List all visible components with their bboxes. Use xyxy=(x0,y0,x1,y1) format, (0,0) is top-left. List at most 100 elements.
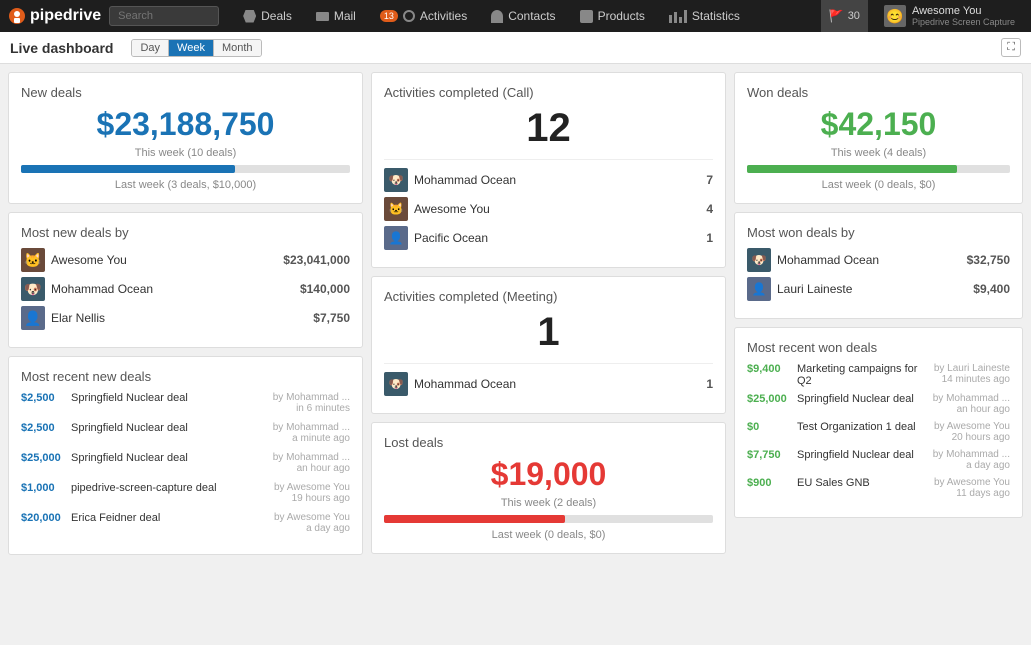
nav-activities[interactable]: 13 Activities xyxy=(368,0,479,32)
nav-contacts-label: Contacts xyxy=(508,9,555,23)
avatar: 🐶 xyxy=(21,277,45,301)
list-item: 🐶 Mohammad Ocean 1 xyxy=(384,372,713,396)
list-item: 🐱 Awesome You 4 xyxy=(384,197,713,221)
nav-flag[interactable]: 🚩 30 xyxy=(821,0,868,32)
deal-name: Springfield Nuclear deal xyxy=(71,452,268,464)
list-item: $20,000 Erica Feidner deal by Awesome Yo… xyxy=(21,512,350,534)
deal-name: Erica Feidner deal xyxy=(71,512,269,524)
deal-amount: $2,500 xyxy=(21,392,66,404)
person-value: $9,400 xyxy=(973,282,1010,296)
nav-products[interactable]: Products xyxy=(568,0,657,32)
person-name: Awesome You xyxy=(51,253,277,267)
won-meta: by Lauri Laineste 14 minutes ago xyxy=(934,363,1010,385)
won-amount: $900 xyxy=(747,477,792,489)
person-name: Elar Nellis xyxy=(51,311,307,325)
avatar: 👤 xyxy=(747,277,771,301)
deal-meta: by Mohammad ... in 6 minutes xyxy=(273,392,350,414)
list-item: 🐶 Mohammad Ocean $140,000 xyxy=(21,277,350,301)
nav-deals[interactable]: Deals xyxy=(231,0,304,32)
won-name: Test Organization 1 deal xyxy=(797,421,929,433)
person-name: Pacific Ocean xyxy=(414,231,700,245)
left-column: New deals $23,188,750 This week (10 deal… xyxy=(8,72,363,555)
logo[interactable]: pipedrive xyxy=(8,7,101,25)
nav-contacts[interactable]: Contacts xyxy=(479,0,567,32)
list-item: $2,500 Springfield Nuclear deal by Moham… xyxy=(21,422,350,444)
expand-button[interactable]: ⛶ xyxy=(1001,38,1021,57)
person-value: 4 xyxy=(706,202,713,216)
list-item: $7,750 Springfield Nuclear deal by Moham… xyxy=(747,449,1010,471)
day-button[interactable]: Day xyxy=(132,40,169,56)
list-item: $0 Test Organization 1 deal by Awesome Y… xyxy=(747,421,1010,443)
person-value: 1 xyxy=(706,377,713,391)
won-deals-title: Won deals xyxy=(747,85,1010,100)
nav-user[interactable]: 😊 Awesome You Pipedrive Screen Capture xyxy=(876,5,1023,27)
mail-icon xyxy=(316,12,329,21)
recent-new-deals-list: $2,500 Springfield Nuclear deal by Moham… xyxy=(21,392,350,534)
list-item: $25,000 Springfield Nuclear deal by Moha… xyxy=(21,452,350,474)
nav-mail[interactable]: Mail xyxy=(304,0,368,32)
person-name: Mohammad Ocean xyxy=(414,173,700,187)
deal-name: Springfield Nuclear deal xyxy=(71,392,268,404)
won-meta: by Mohammad ... a day ago xyxy=(933,449,1010,471)
person-value: $140,000 xyxy=(300,282,350,296)
main-content: New deals $23,188,750 This week (10 deal… xyxy=(0,64,1031,563)
search-input[interactable] xyxy=(109,6,219,26)
activities-call-value: 12 xyxy=(384,106,713,151)
user-sub: Pipedrive Screen Capture xyxy=(912,17,1015,27)
month-button[interactable]: Month xyxy=(214,40,261,56)
activities-icon xyxy=(403,10,415,22)
won-name: Marketing campaigns for Q2 xyxy=(797,363,929,387)
lost-deals-card: Lost deals $19,000 This week (2 deals) L… xyxy=(371,422,726,554)
week-button[interactable]: Week xyxy=(169,40,214,56)
avatar: 🐶 xyxy=(747,248,771,272)
lost-deals-title: Lost deals xyxy=(384,435,713,450)
list-item: 🐶 Mohammad Ocean 7 xyxy=(384,168,713,192)
new-deals-value: $23,188,750 xyxy=(21,106,350,143)
nav-items: Deals Mail 13 Activities Contacts Produc… xyxy=(231,0,821,32)
activities-meeting-title: Activities completed (Meeting) xyxy=(384,289,713,304)
list-item: 👤 Elar Nellis $7,750 xyxy=(21,306,350,330)
new-deals-title: New deals xyxy=(21,85,350,100)
person-name: Awesome You xyxy=(414,202,700,216)
deals-icon xyxy=(243,10,256,23)
won-deals-week: This week (4 deals) xyxy=(747,147,1010,159)
deal-meta: by Mohammad ... an hour ago xyxy=(273,452,350,474)
recent-won-deals-title: Most recent won deals xyxy=(747,340,1010,355)
nav-statistics-label: Statistics xyxy=(692,9,740,23)
list-item: $2,500 Springfield Nuclear deal by Moham… xyxy=(21,392,350,414)
person-value: 7 xyxy=(706,173,713,187)
list-item: $25,000 Springfield Nuclear deal by Moha… xyxy=(747,393,1010,415)
avatar: 👤 xyxy=(384,226,408,250)
mid-column: Activities completed (Call) 12 🐶 Mohamma… xyxy=(371,72,726,555)
deal-meta: by Awesome You a day ago xyxy=(274,512,350,534)
new-deals-card: New deals $23,188,750 This week (10 deal… xyxy=(8,72,363,204)
recent-new-deals-title: Most recent new deals xyxy=(21,369,350,384)
person-name: Mohammad Ocean xyxy=(414,377,700,391)
recent-won-deals-list: $9,400 Marketing campaigns for Q2 by Lau… xyxy=(747,363,1010,499)
won-deals-card: Won deals $42,150 This week (4 deals) La… xyxy=(734,72,1023,204)
list-item: 🐱 Awesome You $23,041,000 xyxy=(21,248,350,272)
toolbar: Live dashboard Day Week Month ⛶ xyxy=(0,32,1031,64)
deal-meta: by Mohammad ... a minute ago xyxy=(273,422,350,444)
user-name: Awesome You xyxy=(912,5,1015,17)
divider xyxy=(384,159,713,160)
most-won-deals-card: Most won deals by 🐶 Mohammad Ocean $32,7… xyxy=(734,212,1023,319)
products-icon xyxy=(580,10,593,23)
won-amount: $25,000 xyxy=(747,393,792,405)
won-meta: by Mohammad ... an hour ago xyxy=(933,393,1010,415)
list-item: $1,000 pipedrive-screen-capture deal by … xyxy=(21,482,350,504)
won-deals-progress-fill xyxy=(747,165,957,173)
list-item: $900 EU Sales GNB by Awesome You 11 days… xyxy=(747,477,1010,499)
nav-statistics[interactable]: Statistics xyxy=(657,0,752,32)
person-value: $32,750 xyxy=(967,253,1010,267)
won-name: EU Sales GNB xyxy=(797,477,929,489)
person-name: Mohammad Ocean xyxy=(51,282,294,296)
most-recent-new-deals-card: Most recent new deals $2,500 Springfield… xyxy=(8,356,363,555)
lost-deals-last-week: Last week (0 deals, $0) xyxy=(384,529,713,541)
won-name: Springfield Nuclear deal xyxy=(797,449,928,461)
deal-meta: by Awesome You 19 hours ago xyxy=(274,482,350,504)
most-recent-won-deals-card: Most recent won deals $9,400 Marketing c… xyxy=(734,327,1023,518)
statistics-icon xyxy=(669,10,687,23)
activities-badge: 13 xyxy=(380,10,398,22)
lost-deals-progress-fill xyxy=(384,515,565,523)
